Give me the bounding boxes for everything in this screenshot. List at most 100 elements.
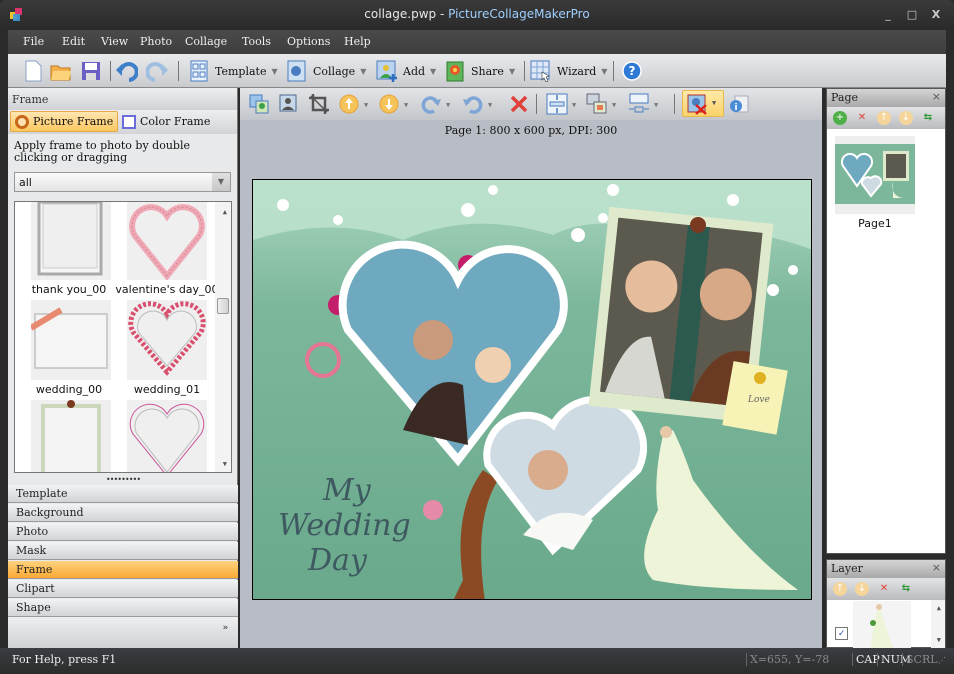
menu-edit[interactable]: Edit: [62, 35, 85, 48]
undo-button[interactable]: [116, 59, 138, 83]
chevron-down-icon[interactable]: ▼: [212, 173, 230, 191]
chevron-down-icon[interactable]: ▼: [364, 101, 368, 109]
arrange-icon[interactable]: [586, 93, 608, 115]
collage-button[interactable]: Collage ▼: [286, 59, 366, 83]
wizard-button[interactable]: Wizard ▼: [530, 59, 607, 83]
layer-scrollbar[interactable]: ▲ ▼: [931, 600, 945, 648]
frame-thumbnail-grid: thank you_00 valentine's day_00 wedding_…: [14, 201, 232, 473]
add-button[interactable]: Add ▼: [376, 59, 436, 83]
canvas-title-line[interactable]: Day: [307, 543, 368, 578]
menu-options[interactable]: Options: [287, 35, 330, 48]
scrollbar-thumb[interactable]: [217, 298, 229, 314]
rotate-left-icon[interactable]: [462, 93, 484, 115]
move-page-up-icon[interactable]: ↑: [877, 111, 891, 125]
menu-collage[interactable]: Collage: [185, 35, 227, 48]
tab-color-frame[interactable]: Color Frame: [118, 111, 214, 132]
toolbar-separator: [178, 61, 179, 81]
swap-icon[interactable]: ⇆: [899, 582, 913, 596]
move-page-down-icon[interactable]: ↓: [899, 111, 913, 125]
nav-photo[interactable]: Photo: [8, 523, 238, 541]
chevron-down-icon[interactable]: ▼: [360, 67, 366, 76]
chevron-down-icon[interactable]: ▼: [430, 67, 436, 76]
canvas-title-line[interactable]: Wedding: [278, 508, 411, 543]
frame-thumbnail[interactable]: [127, 202, 207, 281]
scroll-down-icon[interactable]: ▼: [937, 636, 941, 644]
scroll-down-icon[interactable]: ▼: [223, 460, 227, 468]
nav-mask[interactable]: Mask: [8, 542, 238, 560]
chevron-down-icon[interactable]: ▼: [446, 101, 450, 109]
delete-page-icon[interactable]: ✕: [855, 111, 869, 125]
chevron-down-icon[interactable]: ▼: [612, 101, 616, 109]
remove-frame-icon: [687, 94, 707, 115]
chevron-down-icon[interactable]: ▼: [488, 101, 492, 109]
resize-grip-icon[interactable]: ⋰: [938, 656, 948, 666]
nav-frame[interactable]: Frame: [8, 561, 238, 579]
nav-background[interactable]: Background: [8, 504, 238, 522]
frame-thumbnail[interactable]: [31, 202, 111, 280]
template-button[interactable]: Template ▼: [188, 59, 278, 83]
panel-splitter[interactable]: •••••••••: [8, 476, 238, 485]
chevron-down-icon[interactable]: ▼: [712, 99, 716, 107]
collage-artwork: Love My Wedding Day: [253, 180, 811, 599]
menu-file[interactable]: File: [23, 35, 44, 48]
frame-thumbnail[interactable]: [127, 300, 207, 380]
add-page-icon[interactable]: +: [833, 111, 847, 125]
bride-clipart[interactable]: [644, 430, 798, 590]
replace-photo-icon[interactable]: [248, 93, 270, 115]
maximize-button[interactable]: □: [904, 8, 920, 22]
menu-view[interactable]: View: [101, 35, 128, 48]
frame-thumbnail[interactable]: [31, 400, 111, 472]
chevron-down-icon[interactable]: ▼: [271, 67, 277, 76]
close-button[interactable]: X: [928, 8, 944, 22]
properties-info-icon[interactable]: i: [728, 93, 750, 115]
nav-shape[interactable]: Shape: [8, 599, 238, 617]
scroll-up-icon[interactable]: ▲: [223, 208, 227, 216]
chevron-down-icon[interactable]: ▼: [601, 67, 607, 76]
open-button[interactable]: [50, 59, 72, 83]
tab-picture-frame[interactable]: Picture Frame: [10, 111, 119, 132]
close-icon[interactable]: ×: [932, 561, 941, 574]
menu-tools[interactable]: Tools: [242, 35, 271, 48]
chevron-down-icon[interactable]: ▼: [404, 101, 408, 109]
collage-canvas[interactable]: Love My Wedding Day: [252, 179, 812, 600]
swap-icon[interactable]: ⇆: [921, 111, 935, 125]
delete-layer-icon[interactable]: ✕: [877, 582, 891, 596]
canvas-title-line[interactable]: My: [322, 473, 372, 508]
distribute-icon[interactable]: [628, 93, 650, 115]
rotate-right-icon[interactable]: [420, 93, 442, 115]
redo-button[interactable]: [146, 59, 168, 83]
more-chevron-icon[interactable]: »: [223, 623, 228, 633]
new-document-icon: [25, 60, 42, 82]
move-layer-up-icon[interactable]: ↑: [833, 582, 847, 596]
save-button[interactable]: [80, 59, 102, 83]
nav-clipart[interactable]: Clipart: [8, 580, 238, 598]
help-button[interactable]: ?: [621, 59, 643, 83]
close-icon[interactable]: ×: [932, 90, 941, 103]
chevron-down-icon[interactable]: ▼: [509, 67, 515, 76]
template-grid-icon: [190, 60, 208, 82]
frame-category-select[interactable]: all ▼: [14, 172, 231, 192]
new-button[interactable]: [22, 59, 44, 83]
send-backward-icon[interactable]: [378, 93, 400, 115]
menu-help[interactable]: Help: [344, 35, 371, 48]
scroll-up-icon[interactable]: ▲: [937, 604, 941, 612]
minimize-button[interactable]: _: [880, 8, 896, 22]
crop-icon[interactable]: [308, 93, 330, 115]
clear-frame-button[interactable]: ▼: [682, 90, 724, 117]
bring-forward-icon[interactable]: [338, 93, 360, 115]
frame-thumbnail[interactable]: [127, 400, 207, 472]
align-icon[interactable]: [546, 93, 568, 115]
chevron-down-icon[interactable]: ▼: [654, 101, 658, 109]
page-thumbnail[interactable]: [835, 136, 915, 214]
menu-photo[interactable]: Photo: [140, 35, 172, 48]
layer-visibility-checkbox[interactable]: ✓: [835, 627, 848, 640]
add-image-icon[interactable]: [278, 93, 300, 115]
chevron-down-icon[interactable]: ▼: [572, 101, 576, 109]
layer-thumbnail[interactable]: [853, 601, 911, 648]
frame-grid-scrollbar[interactable]: ▲ ▼: [215, 202, 231, 472]
share-button[interactable]: Share ▼: [444, 59, 515, 83]
delete-icon[interactable]: [508, 93, 530, 115]
frame-thumbnail[interactable]: [29, 300, 111, 380]
nav-template[interactable]: Template: [8, 485, 238, 503]
move-layer-down-icon[interactable]: ↓: [855, 582, 869, 596]
